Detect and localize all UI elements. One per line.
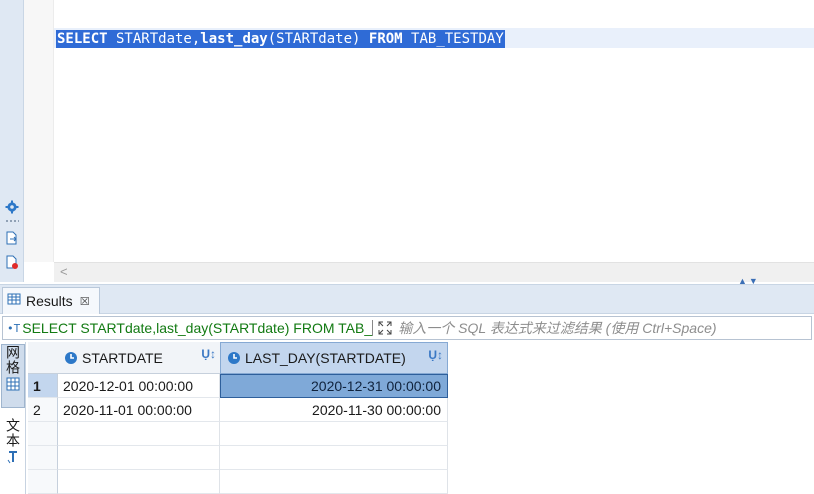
results-panel-header: Results ☒ <box>0 284 814 314</box>
column-type-icon <box>64 351 78 365</box>
empty-row-number <box>28 422 58 446</box>
empty-row <box>58 422 448 446</box>
empty-row <box>58 446 448 470</box>
view-mode-strip: 网格 文本 <box>0 342 26 494</box>
text-view-label: 文本 <box>5 418 21 448</box>
text-mode-icon <box>6 450 20 469</box>
horizontal-scrollbar[interactable]: < <box>54 262 814 282</box>
toolbar-separator <box>5 220 19 222</box>
editor-toolbar <box>0 0 24 282</box>
sql-keyword: FROM <box>368 31 403 47</box>
filter-sort-icon[interactable]: Ụ↕ <box>428 348 443 362</box>
sql-text: TAB_TESTDAY <box>402 31 504 47</box>
column-header-label: STARTDATE <box>82 350 163 366</box>
text-cursor <box>372 320 374 336</box>
tab-results-label: Results <box>26 293 73 309</box>
filter-input[interactable]: •T SELECT STARTdate,last_day(STARTdate) … <box>2 316 812 340</box>
filter-placeholder: 输入一个 SQL 表达式来过滤结果 (使用 Ctrl+Space) <box>398 320 717 336</box>
line-number-ruler <box>24 0 54 262</box>
expand-icon[interactable] <box>376 319 394 337</box>
column-header-startdate[interactable]: STARTDATE Ụ↕ <box>58 342 220 374</box>
sql-keyword: SELECT <box>57 31 108 47</box>
column-type-icon <box>227 351 241 365</box>
export-file-icon[interactable] <box>4 230 20 246</box>
row-number[interactable]: 2 <box>28 398 58 422</box>
column-header-last-day[interactable]: LAST_DAY(STARTDATE) Ụ↕ <box>220 342 448 374</box>
results-grid-icon <box>7 292 21 311</box>
scroll-left-arrow[interactable]: < <box>60 264 68 279</box>
column-divider <box>219 422 220 494</box>
sql-text: STARTdate, <box>107 31 201 47</box>
sql-text: (STARTdate) <box>267 31 369 47</box>
gear-icon[interactable] <box>4 199 20 215</box>
empty-row-number <box>28 470 58 494</box>
table-cell-last-day[interactable]: 2020-11-30 00:00:00 <box>220 398 448 422</box>
row-number[interactable]: 1 <box>28 374 58 398</box>
close-icon[interactable]: ☒ <box>80 295 90 308</box>
text-view-button[interactable]: 文本 <box>1 418 25 474</box>
grid-icon <box>6 377 20 396</box>
empty-row-number <box>28 446 58 470</box>
filter-query-text: SELECT STARTdate,last_day(STARTdate) FRO… <box>22 320 373 336</box>
file-error-icon[interactable] <box>4 254 20 270</box>
sql-filter-icon: •T <box>7 321 21 335</box>
filter-sort-icon[interactable]: Ụ↕ <box>201 347 216 361</box>
column-header-label: LAST_DAY(STARTDATE) <box>245 350 406 366</box>
table-cell-startdate[interactable]: 2020-11-01 00:00:00 <box>58 398 220 422</box>
table-cell-last-day[interactable]: 2020-12-31 00:00:00 <box>220 374 448 398</box>
grid-view-button[interactable]: 网格 <box>1 344 25 408</box>
grid-view-label: 网格 <box>5 345 21 375</box>
sql-function: last_day <box>200 31 268 47</box>
sql-statement[interactable]: SELECT STARTdate,last_day(STARTdate) FRO… <box>56 30 505 48</box>
empty-row <box>58 470 448 494</box>
filter-bar: •T SELECT STARTdate,last_day(STARTdate) … <box>0 314 814 342</box>
table-cell-startdate[interactable]: 2020-12-01 00:00:00 <box>58 374 220 398</box>
tab-results[interactable]: Results ☒ <box>2 287 100 314</box>
